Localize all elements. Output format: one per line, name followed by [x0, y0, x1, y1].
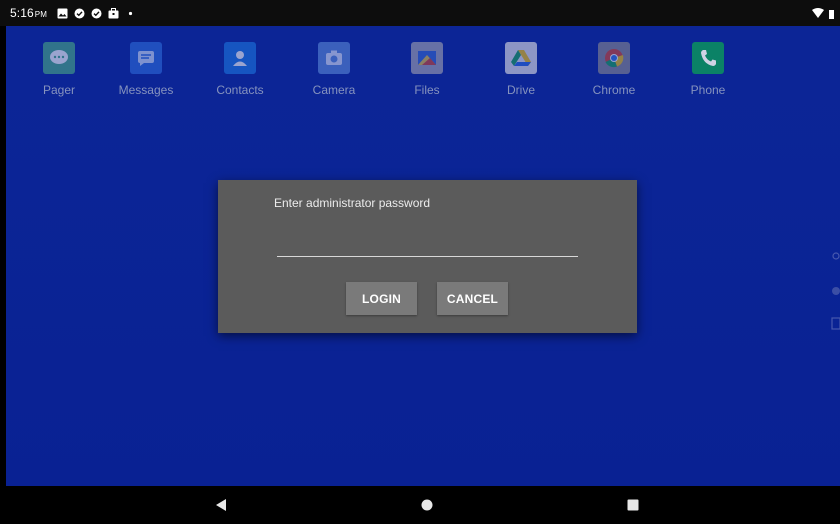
notification-icons — [57, 7, 136, 19]
battery-icon — [829, 6, 834, 24]
back-icon[interactable] — [211, 496, 231, 514]
dialog-title: Enter administrator password — [274, 196, 431, 210]
wifi-icon — [812, 6, 824, 24]
home-icon[interactable] — [417, 496, 437, 514]
admin-password-dialog: Enter administrator password LOGIN CANCE… — [218, 180, 637, 333]
recents-icon[interactable] — [623, 496, 643, 514]
status-right-icons — [812, 6, 834, 24]
password-input[interactable] — [277, 230, 578, 257]
check-circle-icon — [74, 8, 85, 19]
login-button[interactable]: LOGIN — [346, 282, 417, 315]
check-circle-icon — [91, 8, 102, 19]
status-time: 5:16PM — [10, 6, 47, 20]
briefcase-icon — [108, 7, 119, 19]
dot-icon — [125, 8, 136, 19]
status-bar: 5:16PM — [0, 0, 840, 26]
gallery-icon — [57, 8, 68, 19]
cancel-button[interactable]: CANCEL — [437, 282, 508, 315]
navigation-bar — [0, 486, 840, 524]
